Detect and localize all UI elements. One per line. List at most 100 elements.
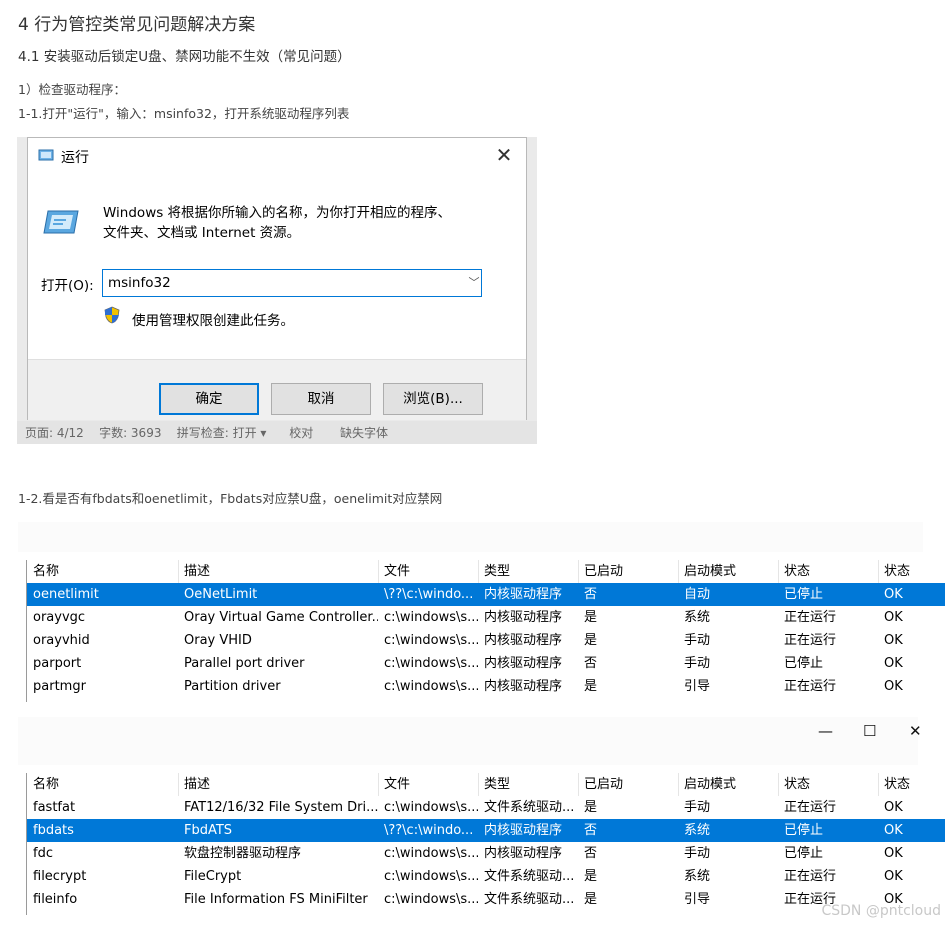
maximize-icon[interactable]: ☐ [863, 722, 876, 740]
column-header[interactable]: 状态 [878, 773, 945, 796]
table-cell: 是 [584, 800, 598, 815]
column-header[interactable]: 描述 [178, 773, 378, 796]
table-cell: OK [884, 846, 903, 861]
column-divider[interactable] [478, 773, 479, 796]
column-divider[interactable] [478, 560, 479, 583]
table-cell: 是 [584, 869, 598, 884]
column-divider[interactable] [878, 560, 879, 583]
table-cell: 手动 [684, 633, 711, 648]
table-cell: oenetlimit [33, 587, 99, 602]
table-cell: OK [884, 610, 903, 625]
table-cell: 内核驱动程序 [484, 823, 563, 838]
table-row[interactable]: fileinfo File Information FS MiniFilter c:… [27, 888, 945, 911]
table-row[interactable]: fdc 软盘控制器驱动程序 c:\windows\s... 内核驱动程序 否 手动 已停止 O… [27, 842, 945, 865]
table-cell: 否 [584, 587, 598, 602]
table-cell: 正在运行 [784, 610, 837, 625]
table-cell: 手动 [684, 656, 711, 671]
open-input[interactable]: msinfo32 [102, 269, 482, 297]
column-header[interactable]: 启动模式 [678, 560, 778, 583]
table-cell: Oray Virtual Game Controller... [184, 610, 378, 625]
table-cell: 文件系统驱动... [484, 869, 575, 884]
table-cell: 正在运行 [784, 800, 837, 815]
column-header[interactable]: 文件 [378, 560, 478, 583]
column-divider[interactable] [178, 560, 179, 583]
column-divider[interactable] [878, 773, 879, 796]
table-cell: fastfat [33, 800, 76, 815]
column-header[interactable]: 名称 [27, 560, 178, 583]
column-header[interactable]: 名称 [27, 773, 178, 796]
run-dialog: 运行 ✕ Windows 将根据你所输入的名称，为你打开相应的程序、 文件夹、文… [27, 137, 527, 420]
table1-body: 名称 描述 文件 类型 已启动 启动模式 状态 状态 oenetlimit OeNetLimit \… [26, 560, 945, 702]
table1-window-top [18, 522, 923, 552]
table-cell: 自动 [684, 587, 711, 602]
table-cell: 系统 [684, 869, 711, 884]
table-cell: FileCrypt [184, 869, 242, 884]
table-cell: 正在运行 [784, 869, 837, 884]
table-row[interactable]: fbdats FbdATS \??\c:\windo... 内核驱动程序 否 系统 已停止 O… [27, 819, 945, 842]
table-row[interactable]: parport Parallel port driver c:\windows\s.… [27, 652, 945, 675]
background-status-text: 页面: 4/12 字数: 3693 拼写检查: 打开 ▾ 校对 缺失字体 [25, 426, 389, 440]
table-row[interactable]: filecrypt FileCrypt c:\windows\s... 文件系统驱动.… [27, 865, 945, 888]
column-divider[interactable] [578, 773, 579, 796]
minimize-icon[interactable]: — [818, 722, 833, 740]
ok-button[interactable]: 确定 [159, 383, 259, 415]
column-header[interactable]: 已启动 [578, 560, 678, 583]
close-icon[interactable]: ✕ [492, 143, 516, 167]
table-row[interactable]: fastfat FAT12/16/32 File System Dri... c:\… [27, 796, 945, 819]
column-header[interactable]: 文件 [378, 773, 478, 796]
table-cell: 是 [584, 633, 598, 648]
column-divider[interactable] [578, 560, 579, 583]
table-cell: Partition driver [184, 679, 281, 694]
table-row[interactable]: partmgr Partition driver c:\windows\s... 内核… [27, 675, 945, 698]
column-header[interactable]: 状态 [778, 773, 878, 796]
table-cell: 正在运行 [784, 633, 837, 648]
table-cell: fdc [33, 846, 53, 861]
column-divider[interactable] [678, 773, 679, 796]
column-header[interactable]: 启动模式 [678, 773, 778, 796]
table-cell: orayvhid [33, 633, 90, 648]
column-divider[interactable] [178, 773, 179, 796]
table-header: 名称 描述 文件 类型 已启动 启动模式 状态 状态 [27, 560, 945, 583]
table2-window-top: — ☐ ✕ [18, 717, 922, 765]
run-dialog-title: 运行 [61, 150, 89, 166]
open-label: 打开(O): [41, 278, 94, 294]
column-divider[interactable] [678, 560, 679, 583]
column-divider[interactable] [378, 560, 379, 583]
table-cell: FAT12/16/32 File System Dri... [184, 800, 378, 815]
table-cell: 是 [584, 610, 598, 625]
table-cell: File Information FS MiniFilter [184, 892, 368, 907]
column-divider[interactable] [378, 773, 379, 796]
table-row[interactable]: orayvhid Oray VHID c:\windows\s... 内核驱动程序 是 手… [27, 629, 945, 652]
table-cell: 内核驱动程序 [484, 846, 563, 861]
column-header[interactable]: 状态 [878, 560, 945, 583]
table-cell: FbdATS [184, 823, 233, 838]
table-cell: fbdats [33, 823, 74, 838]
column-header[interactable]: 已启动 [578, 773, 678, 796]
column-header[interactable]: 类型 [478, 560, 578, 583]
table-cell: 内核驱动程序 [484, 610, 563, 625]
table-cell: c:\windows\s... [384, 679, 478, 694]
close-icon[interactable]: ✕ [909, 722, 922, 740]
table-cell: Oray VHID [184, 633, 252, 648]
run-description-line2: 文件夹、文档或 Internet 资源。 [103, 225, 301, 241]
run-description: Windows 将根据你所输入的名称，为你打开相应的程序、 文件夹、文档或 In… [103, 203, 503, 243]
column-header[interactable]: 类型 [478, 773, 578, 796]
table-row[interactable]: orayvgc Oray Virtual Game Controller... c:… [27, 606, 945, 629]
column-header[interactable]: 描述 [178, 560, 378, 583]
cancel-button[interactable]: 取消 [271, 383, 371, 415]
table-cell: filecrypt [33, 869, 87, 884]
step-check-drivers: 1）检查驱动程序： [18, 82, 126, 97]
table-cell: \??\c:\windo... [384, 823, 474, 838]
browse-button[interactable]: 浏览(B)... [383, 383, 483, 415]
table-cell: Parallel port driver [184, 656, 305, 671]
run-dialog-body: Windows 将根据你所输入的名称，为你打开相应的程序、 文件夹、文档或 In… [28, 175, 526, 359]
column-divider[interactable] [778, 773, 779, 796]
column-divider[interactable] [778, 560, 779, 583]
table-cell: c:\windows\s... [384, 800, 478, 815]
table-cell: OK [884, 679, 903, 694]
chevron-down-icon[interactable]: ﹀ [466, 271, 482, 295]
column-header[interactable]: 状态 [778, 560, 878, 583]
table-cell: partmgr [33, 679, 86, 694]
table-row[interactable]: oenetlimit OeNetLimit \??\c:\windo... 内核驱动程… [27, 583, 945, 606]
subsection-heading: 4.1 安装驱动后锁定U盘、禁网功能不生效（常见问题） [18, 49, 351, 65]
